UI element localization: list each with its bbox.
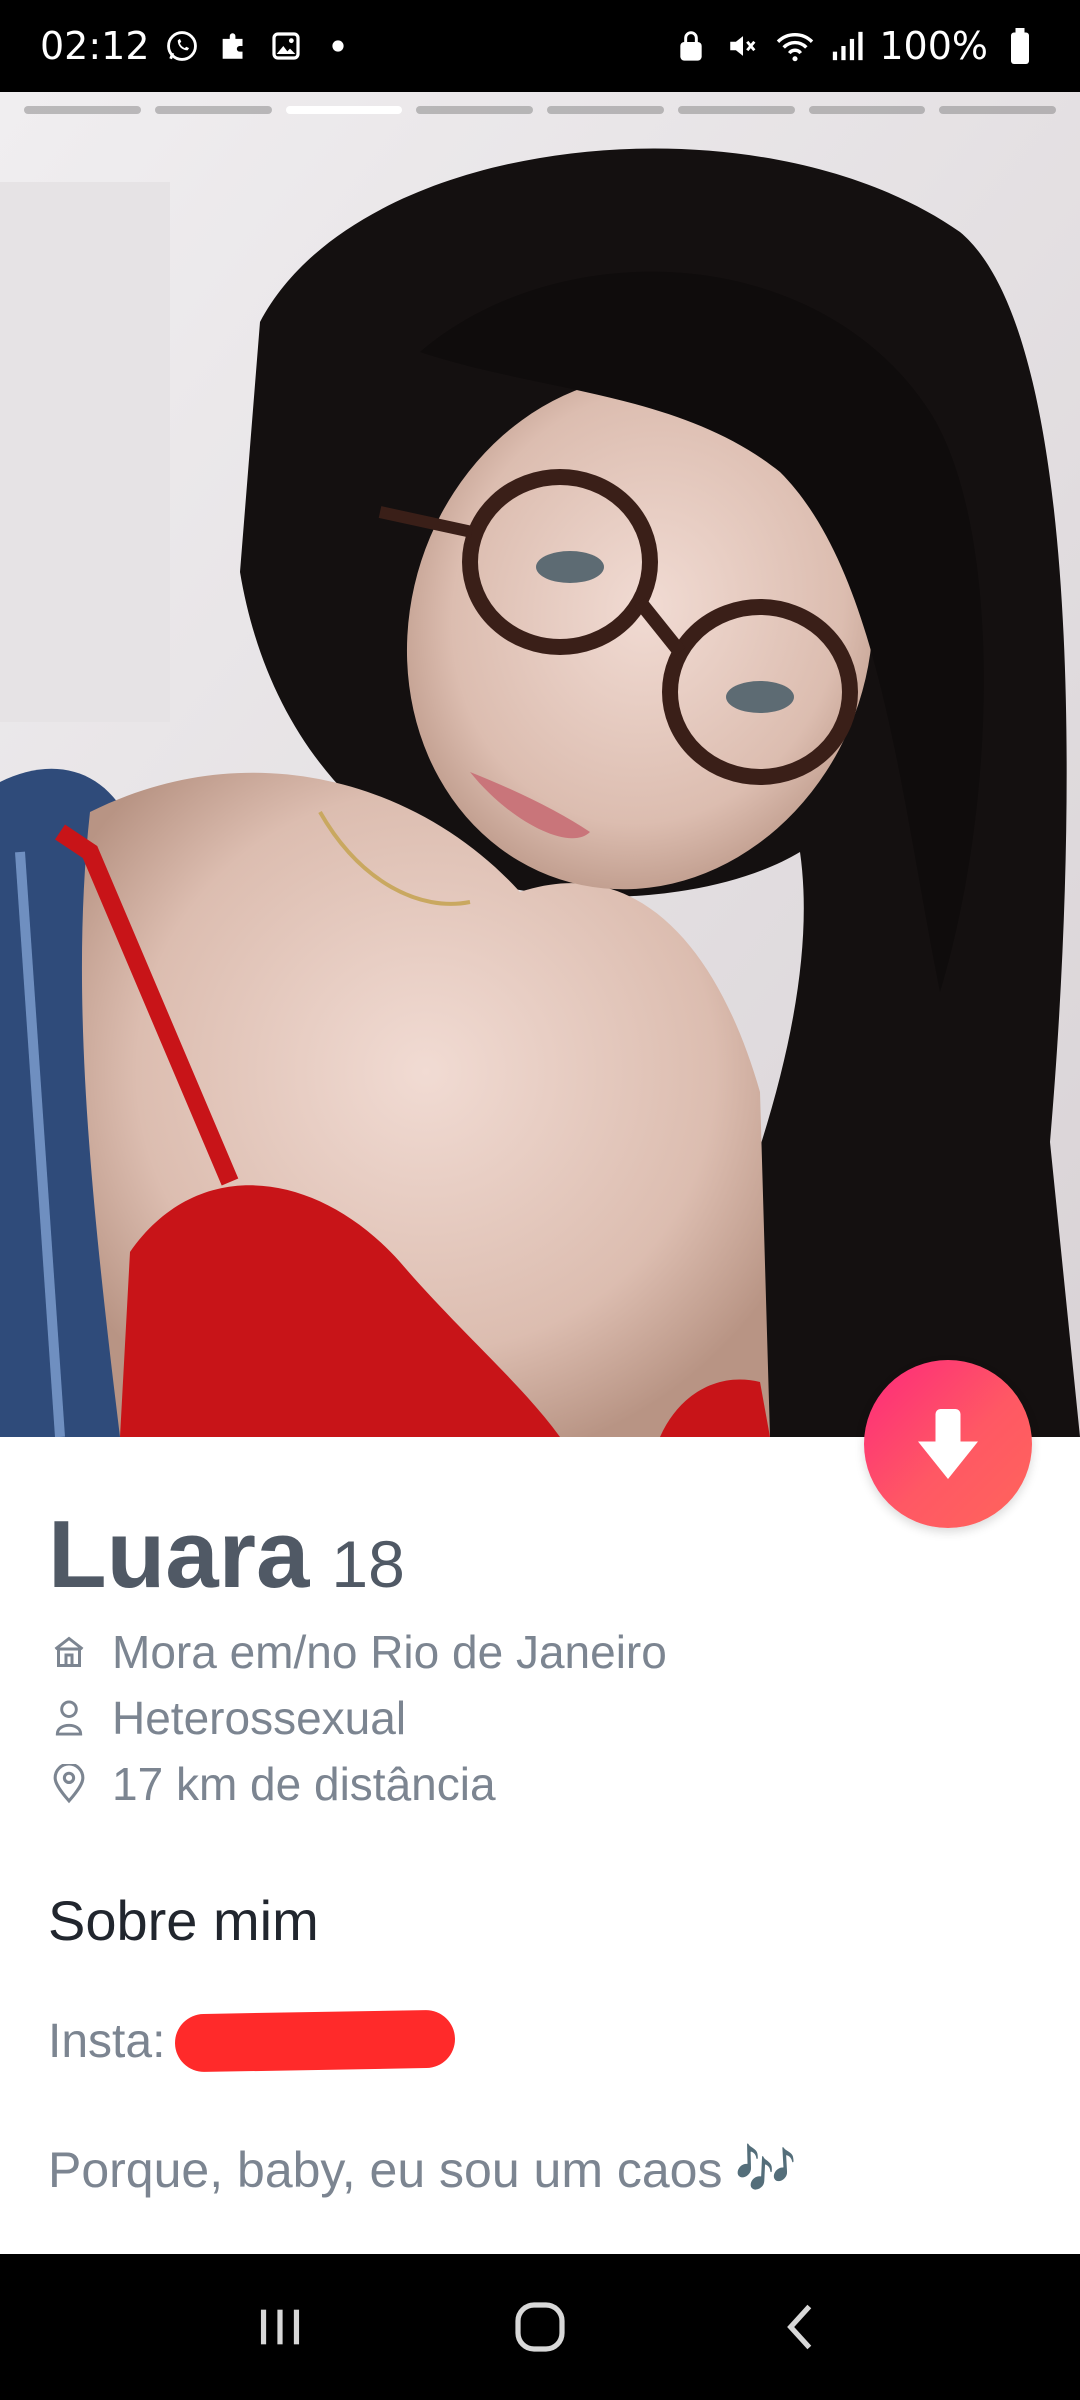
photo-segment[interactable] <box>677 106 795 114</box>
mute-icon <box>723 26 763 66</box>
detail-text: Mora em/no Rio de Janeiro <box>112 1626 667 1678</box>
recents-button[interactable] <box>240 2287 320 2367</box>
status-time: 02:12 <box>40 24 150 68</box>
music-notes-icon: 🎶 <box>734 2141 797 2197</box>
profile-info: Luara 18 Mora em/no Rio de Janeiro Heter… <box>48 1500 1038 1810</box>
profile-photo[interactable] <box>0 92 1080 1437</box>
home-icon <box>48 1631 90 1673</box>
photo-segment[interactable] <box>416 106 533 114</box>
home-button[interactable] <box>500 2287 580 2367</box>
photo-progress-bar <box>24 106 1056 114</box>
status-bar: 02:12 100% <box>0 0 1080 92</box>
photo-segment[interactable] <box>24 106 141 114</box>
detail-location-city: Mora em/no Rio de Janeiro <box>48 1626 1038 1678</box>
detail-text: Heterossexual <box>112 1692 407 1744</box>
arrow-down-icon <box>918 1409 978 1479</box>
puzzle-icon <box>214 26 254 66</box>
photo-image <box>0 92 1080 1437</box>
expand-profile-button[interactable] <box>864 1360 1032 1528</box>
system-nav-bar <box>0 2254 1080 2400</box>
back-icon <box>787 2304 812 2350</box>
gallery-icon <box>266 26 306 66</box>
lock-icon <box>671 26 711 66</box>
back-button[interactable] <box>760 2287 840 2367</box>
redaction-mark <box>174 2009 456 2073</box>
photo-segment-active[interactable] <box>285 106 403 114</box>
profile-age: 18 <box>331 1527 405 1601</box>
home-icon <box>515 2302 565 2352</box>
detail-text: 17 km de distância <box>112 1758 496 1810</box>
battery-icon <box>1000 26 1040 66</box>
insta-label: Insta: <box>48 2014 166 2068</box>
detail-orientation: Heterossexual <box>48 1692 1038 1744</box>
photo-segment[interactable] <box>154 106 272 114</box>
wifi-icon <box>775 26 815 66</box>
bio-text: Porque, baby, eu sou um caos <box>48 2141 723 2198</box>
recents-icon <box>260 2309 300 2345</box>
detail-distance: 17 km de distância <box>48 1758 1038 1810</box>
about-section-title: Sobre mim <box>48 1889 319 1952</box>
person-icon <box>48 1697 90 1739</box>
bio-text-row: Porque, baby, eu sou um caos 🎶 <box>48 2140 797 2199</box>
photo-segment[interactable] <box>547 106 664 114</box>
location-pin-icon <box>48 1763 90 1805</box>
name-age-row: Luara 18 <box>48 1500 1038 1610</box>
signal-icon <box>827 26 867 66</box>
photo-segment[interactable] <box>808 106 926 114</box>
battery-percent: 100% <box>879 24 988 68</box>
profile-name: Luara <box>48 1501 310 1608</box>
whatsapp-icon <box>162 26 202 66</box>
dot-icon <box>318 26 358 66</box>
photo-segment[interactable] <box>939 106 1056 114</box>
insta-row: Insta: <box>48 2009 456 2073</box>
